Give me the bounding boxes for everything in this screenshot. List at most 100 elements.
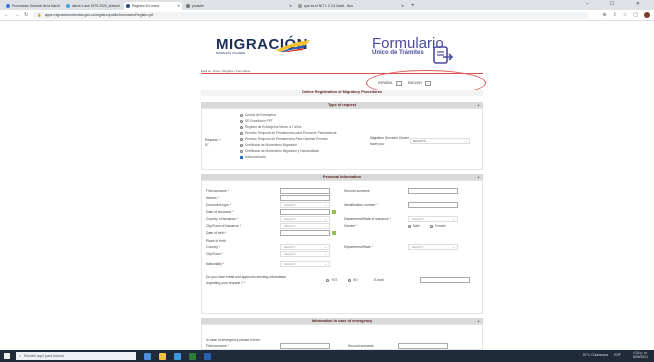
task-view-icon[interactable]: [144, 352, 151, 360]
required-mark: *: [356, 224, 358, 228]
country-of-issuance-select[interactable]: -SELECT- ⌄: [280, 216, 330, 222]
windows-start-icon[interactable]: [4, 353, 10, 359]
required-mark: *: [227, 344, 230, 348]
weather-text[interactable]: 20°C Chubascos: [583, 353, 608, 357]
file-explorer-icon[interactable]: [159, 352, 166, 360]
word-icon[interactable]: [204, 352, 211, 360]
city-select[interactable]: -SELECT- ⌄: [280, 251, 330, 257]
radio-icon[interactable]: [240, 131, 243, 135]
zoom-icon[interactable]: ⊕: [602, 12, 606, 18]
date-of-birth-input[interactable]: [280, 230, 330, 236]
names-input[interactable]: [280, 195, 330, 201]
language-indicator[interactable]: ESP: [614, 353, 621, 357]
gender-female-option[interactable]: Female: [430, 224, 446, 228]
forward-icon[interactable]: →: [14, 12, 19, 18]
option-label: Permiso Temporal de Permanencia Para Cam…: [245, 137, 328, 141]
profile-avatar[interactable]: [644, 12, 650, 18]
emergency-first-surname-input[interactable]: [280, 343, 330, 349]
excel-icon[interactable]: [189, 352, 196, 360]
email-input[interactable]: [420, 277, 470, 283]
star-icon[interactable]: ☆: [623, 12, 627, 18]
required-mark: *: [217, 196, 220, 200]
tab-title: youtube: [192, 4, 205, 8]
document-type-select[interactable]: -SELECT- ⌄: [280, 202, 330, 208]
section-title: Type of request: [328, 103, 356, 107]
edge-icon[interactable]: [174, 352, 181, 360]
required-mark: *: [221, 252, 223, 256]
identification-number-label: Identification number *: [344, 203, 378, 207]
chevron-down-icon: ⌄: [324, 252, 327, 256]
chevron-down-icon: ⌄: [464, 139, 467, 143]
city-of-issuance-select[interactable]: -SELECT- ⌄: [280, 223, 330, 229]
emergency-second-surname-input[interactable]: [398, 343, 448, 349]
window-controls[interactable]: – ☐ ✕: [586, 1, 650, 7]
close-icon[interactable]: ✕: [58, 4, 61, 8]
required-mark: *: [232, 210, 234, 214]
radio-icon[interactable]: [240, 149, 243, 153]
clock[interactable]: 4:24 p. m. 5/05/2021: [627, 351, 648, 359]
back-icon[interactable]: ←: [4, 12, 9, 18]
label-text: Date of issuance: [206, 210, 232, 214]
taskbar-search[interactable]: ⌕ Escribe aquí para buscar: [16, 352, 136, 360]
radio-icon[interactable]: [240, 113, 243, 117]
emergency-panel: In case of emergency please inform: Firs…: [201, 324, 483, 350]
radio-icon[interactable]: [408, 224, 411, 228]
request-option[interactable]: SE Expedición PPT: [240, 119, 273, 123]
request-option[interactable]: Permiso Temporal de Permanencia Para Cam…: [240, 137, 328, 141]
email-no-option[interactable]: NO: [348, 278, 358, 282]
url-input[interactable]: 🔒 apps.migracioncolombia.gov.co/registro/…: [33, 11, 589, 19]
new-tab-button[interactable]: +: [411, 2, 415, 10]
radio-icon[interactable]: [240, 143, 243, 147]
browser-tab[interactable]: que es el NIT 1 2 3 4 Nacti - Bus ✕: [296, 2, 406, 10]
close-icon[interactable]: ✕: [177, 4, 180, 8]
label-text: Country of issuance: [206, 217, 236, 221]
radio-icon[interactable]: [326, 278, 329, 282]
radio-icon[interactable]: [240, 125, 243, 129]
extensions-icon[interactable]: ▢: [633, 12, 638, 18]
service-center-select[interactable]: BOGOTÁ ⌄: [410, 138, 470, 144]
department-of-issuance-select[interactable]: -SELECT- ⌄: [408, 216, 458, 222]
department-select[interactable]: -SELECT- ⌄: [408, 244, 458, 250]
second-surname-input[interactable]: [408, 188, 458, 194]
required-mark: *: [219, 138, 221, 142]
close-icon[interactable]: ✕: [118, 4, 121, 8]
request-option[interactable]: Certificado de Movimiento Migratorio: [240, 143, 297, 147]
first-surname-input[interactable]: [280, 188, 330, 194]
request-option[interactable]: Registro de Extranjeros Menor a 7 años: [240, 125, 301, 129]
label-text: Department/State: [344, 245, 371, 249]
option-label: YES: [331, 278, 338, 282]
search-icon: ⌕: [19, 354, 22, 358]
email-yes-option[interactable]: YES: [326, 278, 337, 282]
required-mark: *: [222, 262, 225, 266]
request-option[interactable]: Permiso Temporal de Permanencia para Pro…: [240, 131, 336, 135]
request-option[interactable]: Certificado de Movimiento Migratorio y N…: [240, 149, 319, 153]
calendar-icon[interactable]: [332, 210, 336, 214]
browser-tab[interactable]: Procurador General de la Naci ✕: [4, 2, 62, 10]
date-of-issuance-input[interactable]: [280, 209, 330, 215]
share-icon[interactable]: ⇪: [613, 12, 617, 18]
radio-icon[interactable]: [430, 224, 433, 228]
radio-icon[interactable]: [240, 119, 243, 123]
browser-tab[interactable]: youtube ✕: [184, 2, 294, 10]
option-label: Certificado de Movimiento Migratorio: [245, 143, 297, 147]
select-placeholder: -SELECT-: [283, 203, 297, 207]
calendar-icon[interactable]: [332, 231, 336, 235]
request-option[interactable]: Cédula de Extranjería: [240, 113, 276, 117]
close-icon[interactable]: ✕: [289, 4, 292, 8]
lock-icon: 🔒: [37, 13, 42, 17]
browser-tab-active[interactable]: Registro En Linea ✕: [124, 2, 182, 10]
gender-male-option[interactable]: Male: [408, 224, 420, 228]
nationality-select[interactable]: -SELECT- ⌄: [280, 261, 330, 267]
country-select[interactable]: -SELECT- ⌄: [280, 244, 330, 250]
radio-icon[interactable]: [348, 278, 351, 282]
close-icon[interactable]: ✕: [401, 4, 404, 8]
logo-swoosh-icon: [276, 40, 310, 52]
radio-icon[interactable]: [240, 137, 243, 141]
checkbox-checked-icon[interactable]: [240, 155, 243, 159]
identification-number-input[interactable]: [408, 202, 458, 208]
tab-bar: Procurador General de la Naci ✕ alerta 1 …: [0, 0, 654, 10]
request-option-checked[interactable]: Salvoconducto: [240, 155, 266, 159]
reload-icon[interactable]: ↻: [24, 12, 28, 18]
page-content: MIGRACIÓN MIGRACIÓN COLOMBIA Formulario …: [0, 22, 654, 350]
browser-tab[interactable]: alerta 1 ase 1576 2020_draws ✕: [64, 2, 122, 10]
